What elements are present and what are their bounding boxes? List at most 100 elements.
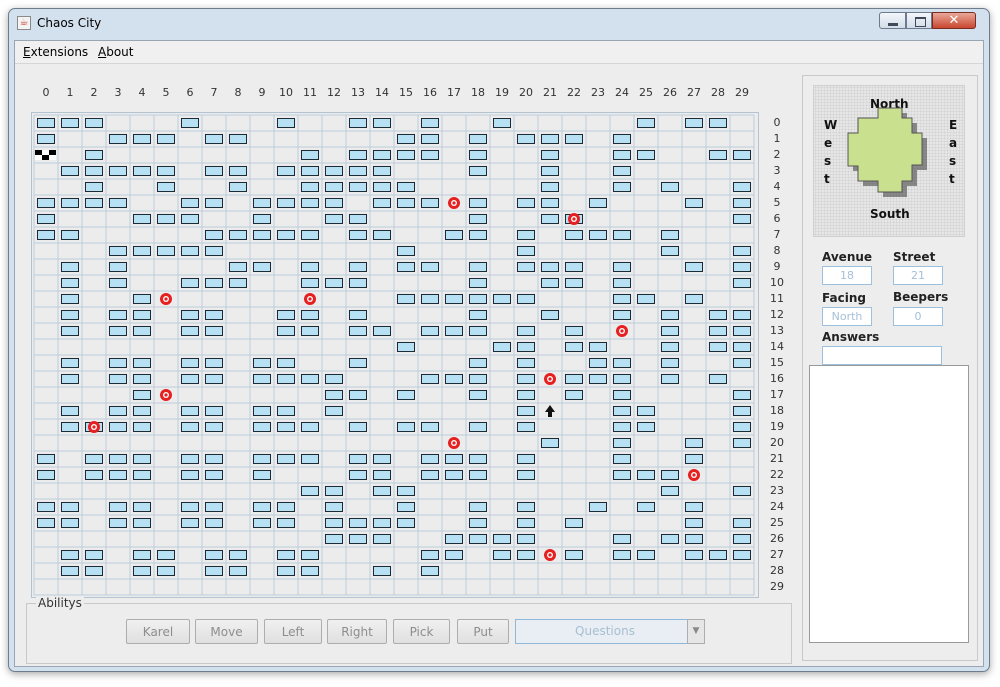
wall-block bbox=[277, 550, 295, 560]
maximize-button[interactable] bbox=[906, 12, 932, 29]
wall-block bbox=[301, 230, 319, 240]
wall-block bbox=[541, 278, 559, 288]
wall-block bbox=[109, 502, 127, 512]
wall-block bbox=[733, 422, 751, 432]
wall-block bbox=[493, 118, 511, 128]
wall-block bbox=[301, 278, 319, 288]
column-label: 12 bbox=[327, 86, 341, 99]
column-label: 7 bbox=[210, 86, 218, 99]
wall-block bbox=[565, 390, 583, 400]
wall-block bbox=[61, 566, 79, 576]
wall-block bbox=[421, 134, 439, 144]
column-label: 3 bbox=[114, 86, 122, 99]
wall-block bbox=[253, 214, 271, 224]
menu-about[interactable]: About bbox=[98, 45, 134, 59]
wall-block bbox=[325, 534, 343, 544]
wall-block bbox=[349, 518, 367, 528]
wall-block bbox=[661, 374, 679, 384]
wall-block bbox=[421, 374, 439, 384]
wall-block bbox=[637, 502, 655, 512]
wall-block bbox=[733, 358, 751, 368]
wall-block bbox=[61, 502, 79, 512]
close-button[interactable]: ✕ bbox=[932, 12, 976, 29]
minimize-button[interactable] bbox=[879, 12, 906, 29]
wall-block bbox=[613, 310, 631, 320]
wall-block bbox=[589, 342, 607, 352]
wall-block bbox=[733, 406, 751, 416]
wall-block bbox=[469, 262, 487, 272]
wall-block bbox=[421, 198, 439, 208]
wall-block bbox=[469, 454, 487, 464]
wall-block bbox=[157, 134, 175, 144]
row-label: 3 bbox=[773, 164, 781, 177]
output-area[interactable] bbox=[809, 365, 969, 643]
wall-block bbox=[61, 198, 79, 208]
wall-block bbox=[109, 166, 127, 176]
wall-block bbox=[349, 118, 367, 128]
wall-block bbox=[469, 470, 487, 480]
pick-button[interactable]: Pick bbox=[393, 619, 450, 644]
wall-block bbox=[709, 326, 727, 336]
beeper-center bbox=[164, 393, 168, 397]
wall-block bbox=[469, 534, 487, 544]
wall-block bbox=[685, 502, 703, 512]
column-label: 2 bbox=[90, 86, 98, 99]
wall-block bbox=[397, 182, 415, 192]
menu-bar: Extensions About bbox=[15, 41, 983, 64]
wall-block bbox=[517, 246, 535, 256]
wall-block bbox=[301, 182, 319, 192]
wall-block bbox=[517, 358, 535, 368]
put-button[interactable]: Put bbox=[457, 619, 509, 644]
wall-block bbox=[205, 230, 223, 240]
wall-block bbox=[661, 230, 679, 240]
wall-block bbox=[397, 150, 415, 160]
wall-block bbox=[109, 198, 127, 208]
city-grid[interactable] bbox=[31, 112, 759, 598]
wall-block bbox=[733, 390, 751, 400]
wall-block bbox=[325, 198, 343, 208]
row-label: 13 bbox=[770, 324, 784, 337]
karel-button[interactable]: Karel bbox=[126, 619, 190, 644]
wall-block bbox=[349, 310, 367, 320]
wall-block bbox=[157, 566, 175, 576]
wall-block bbox=[301, 550, 319, 560]
wall-block bbox=[253, 198, 271, 208]
chevron-down-icon[interactable]: ▼ bbox=[687, 619, 705, 644]
wall-block bbox=[109, 326, 127, 336]
wall-block bbox=[277, 374, 295, 384]
wall-block bbox=[685, 454, 703, 464]
wall-block bbox=[613, 150, 631, 160]
wall-block bbox=[37, 518, 55, 528]
wall-block bbox=[133, 502, 151, 512]
abilitys-panel: Abilitys Karel Move Left Right Pick Put … bbox=[26, 596, 792, 664]
answers-field[interactable] bbox=[822, 346, 942, 365]
row-label: 21 bbox=[770, 452, 784, 465]
wall-block bbox=[493, 550, 511, 560]
wall-block bbox=[181, 118, 199, 128]
menu-extensions[interactable]: Extensions bbox=[23, 45, 88, 59]
wall-block bbox=[445, 374, 463, 384]
wall-block bbox=[397, 198, 415, 208]
left-button[interactable]: Left bbox=[264, 619, 322, 644]
wall-block bbox=[325, 502, 343, 512]
row-label: 6 bbox=[773, 212, 781, 225]
row-label: 28 bbox=[770, 564, 784, 577]
wall-block bbox=[469, 374, 487, 384]
wall-block bbox=[181, 406, 199, 416]
move-button[interactable]: Move bbox=[195, 619, 258, 644]
wall-block bbox=[445, 230, 463, 240]
wall-block bbox=[733, 326, 751, 336]
row-label: 16 bbox=[770, 372, 784, 385]
wall-block bbox=[397, 518, 415, 528]
wall-block bbox=[277, 310, 295, 320]
compass-cross bbox=[847, 107, 923, 193]
wall-block bbox=[373, 470, 391, 480]
wall-block bbox=[277, 518, 295, 528]
right-button[interactable]: Right bbox=[327, 619, 387, 644]
wall-block bbox=[301, 422, 319, 432]
questions-dropdown[interactable]: Questions bbox=[515, 619, 695, 644]
wall-block bbox=[397, 134, 415, 144]
street-label: Street bbox=[893, 250, 936, 264]
column-label: 18 bbox=[471, 86, 485, 99]
wall-block bbox=[541, 438, 559, 448]
